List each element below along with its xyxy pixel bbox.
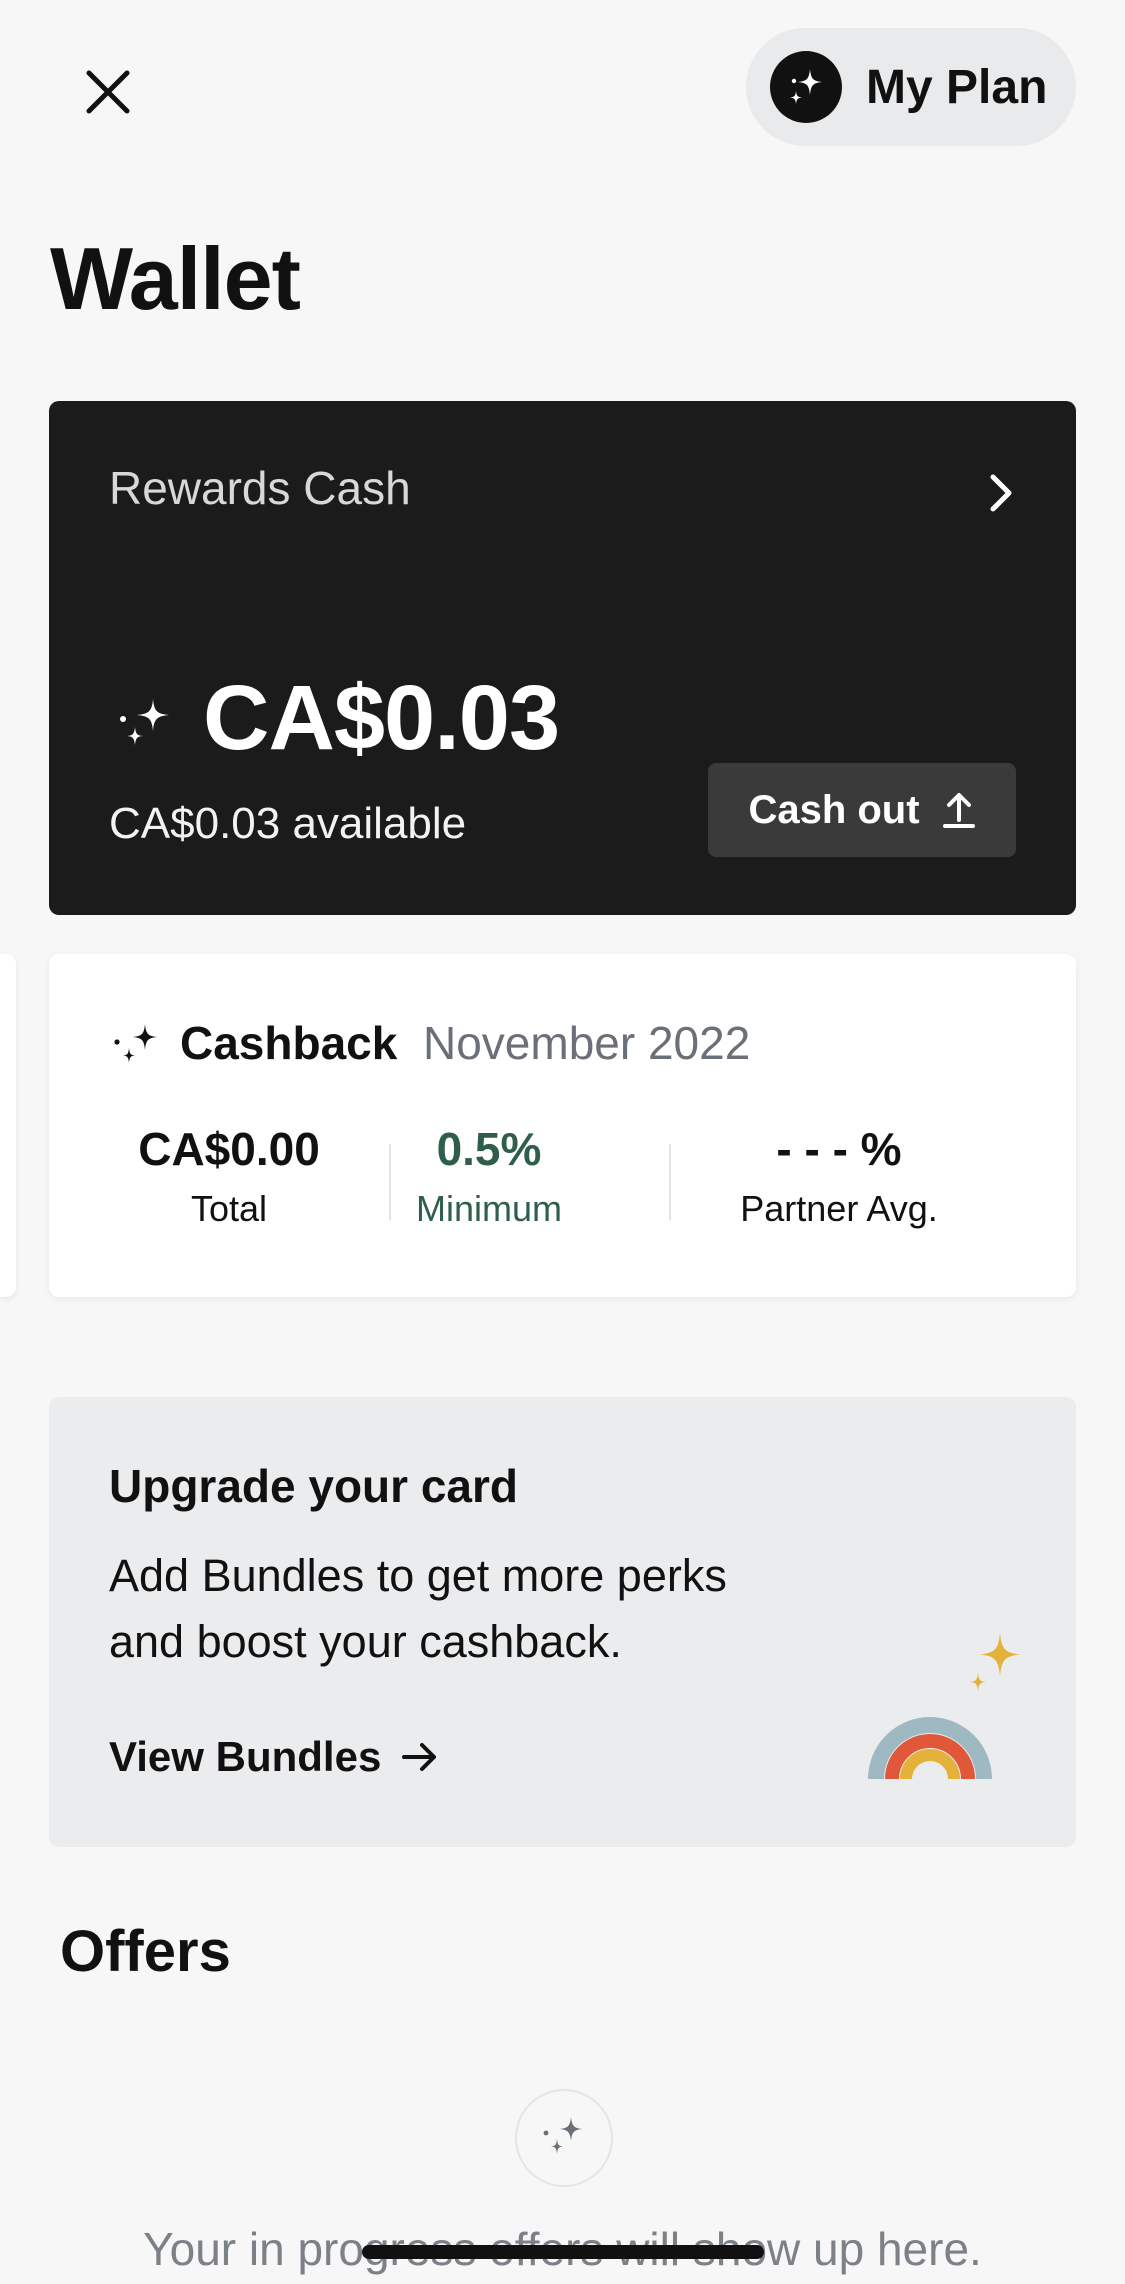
chevron-right-icon[interactable] [979,471,1023,515]
rewards-cash-amount: CA$0.03 [203,667,560,769]
upgrade-description: Add Bundles to get more perks and boost … [109,1550,727,1667]
rewards-cash-label: Rewards Cash [109,462,411,514]
cashback-total-stat: CA$0.00 Total [129,1122,329,1230]
cash-out-label: Cash out [748,787,920,832]
divider [669,1144,671,1220]
upgrade-title: Upgrade your card [109,1460,518,1512]
cashback-minimum-stat: 0.5% Minimum [389,1122,589,1230]
cashback-total-value: CA$0.00 [138,1123,320,1175]
cashback-partner-avg-label: Partner Avg. [740,1188,938,1229]
page-title: Wallet [50,229,301,328]
cashback-total-label: Total [190,1188,268,1229]
cashback-minimum-value: 0.5% [436,1123,542,1175]
cash-out-button[interactable]: Cash out [708,763,1016,857]
cashback-title: Cashback [180,1017,398,1069]
offers-title: Offers [60,1919,231,1984]
cashback-card[interactable]: Cashback November 2022 CA$0.00 Total 0.5… [49,954,1076,1297]
my-plan-label: My Plan [866,60,1048,114]
upload-icon [942,793,975,828]
rewards-available-text: CA$0.03 available [109,799,467,848]
cashback-partner-avg-value: - - - % [776,1123,902,1175]
upgrade-card[interactable]: Upgrade your card Add Bundles to get mor… [49,1397,1076,1847]
close-icon [86,70,130,114]
cashback-partner-avg-stat: - - - % Partner Avg. [689,1122,989,1230]
sparkles-icon [770,51,842,123]
sparkles-icon [120,699,169,745]
close-button[interactable] [74,58,142,126]
rainbow-illustration [868,1633,1020,1779]
cashback-month: November 2022 [423,1017,751,1069]
rewards-cash-card[interactable]: Rewards Cash CA$0.03 CA$0.03 available C… [49,401,1076,915]
view-bundles-link[interactable]: View Bundles [109,1733,439,1781]
sparkles-icon [515,2089,613,2187]
sparkles-icon [114,1024,157,1063]
cashback-minimum-label: Minimum [415,1188,562,1229]
previous-card-edge[interactable] [0,954,16,1297]
my-plan-button[interactable]: My Plan [746,28,1076,146]
view-bundles-label: View Bundles [109,1733,382,1780]
home-indicator[interactable] [362,2245,764,2259]
arrow-right-icon [402,1743,437,1771]
